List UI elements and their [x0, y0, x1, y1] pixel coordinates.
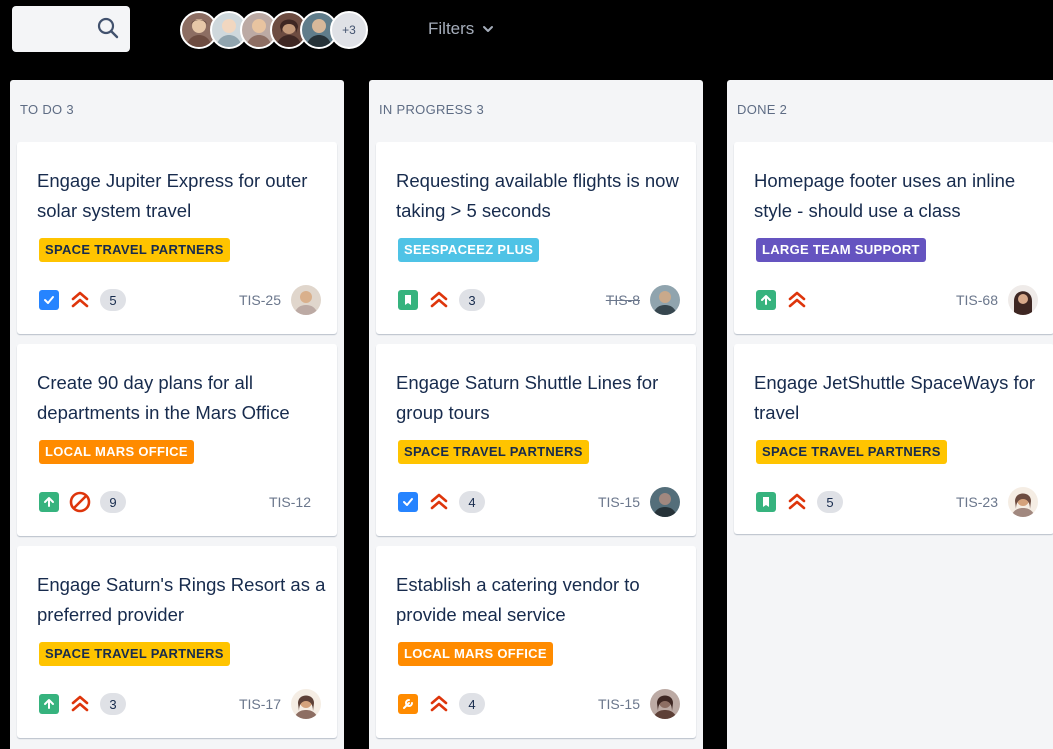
assignee-avatar[interactable]	[650, 487, 680, 517]
assignee-avatar[interactable]	[291, 285, 321, 315]
issue-card[interactable]: Create 90 day plans for all departments …	[17, 344, 337, 536]
issue-card[interactable]: Engage Jupiter Express for outer solar s…	[17, 142, 337, 334]
story-type-icon	[398, 290, 418, 310]
story-points-badge: 5	[100, 289, 126, 311]
story-points-badge: 4	[459, 491, 485, 513]
issue-key[interactable]: TIS-17	[239, 696, 281, 712]
story-points-badge: 3	[459, 289, 485, 311]
assignee-avatar[interactable]	[291, 689, 321, 719]
more-assignees-avatar[interactable]: +3	[330, 11, 368, 49]
card-title: Engage Saturn Shuttle Lines for group to…	[396, 372, 659, 423]
issue-key[interactable]: TIS-25	[239, 292, 281, 308]
assignee-avatar[interactable]	[650, 689, 680, 719]
story-points-badge: 3	[100, 693, 126, 715]
issue-card[interactable]: Requesting available flights is now taki…	[376, 142, 696, 334]
assignee-avatar[interactable]	[650, 285, 680, 315]
filters-dropdown[interactable]: Filters	[428, 19, 494, 39]
task-type-icon	[398, 492, 418, 512]
priority-high-icon	[788, 493, 806, 510]
epic-label: LOCAL MARS OFFICE	[39, 440, 194, 464]
priority-high-icon	[430, 493, 448, 510]
column-done: DONE 2 Homepage footer uses an inline st…	[727, 80, 1053, 749]
epic-label: LARGE TEAM SUPPORT	[756, 238, 926, 262]
story-type-icon	[756, 492, 776, 512]
filters-label: Filters	[428, 19, 475, 38]
epic-label: SPACE TRAVEL PARTNERS	[398, 440, 589, 464]
card-title: Engage Jupiter Express for outer solar s…	[37, 170, 308, 221]
epic-label: SPACE TRAVEL PARTNERS	[39, 238, 230, 262]
issue-card[interactable]: Engage JetShuttle SpaceWays for travel S…	[734, 344, 1053, 534]
improvement-type-icon	[398, 694, 418, 714]
card-title: Homepage footer uses an inline style - s…	[754, 170, 1016, 221]
story-type-icon	[756, 290, 776, 310]
card-title: Engage Saturn's Rings Resort as a prefer…	[37, 574, 326, 625]
story-type-icon	[39, 492, 59, 512]
epic-label: SEESPACEEZ PLUS	[398, 238, 540, 262]
column-header: TO DO 3	[20, 102, 74, 117]
issue-key[interactable]: TIS-15	[598, 494, 640, 510]
column-header: DONE 2	[737, 102, 788, 117]
card-title: Create 90 day plans for all departments …	[37, 372, 290, 423]
column-header: IN PROGRESS 3	[379, 102, 485, 117]
priority-highest-icon	[71, 695, 89, 712]
column-to-do: TO DO 3 Engage Jupiter Express for outer…	[10, 80, 344, 749]
task-type-icon	[39, 290, 59, 310]
story-type-icon	[39, 694, 59, 714]
epic-label: SPACE TRAVEL PARTNERS	[756, 440, 947, 464]
priority-highest-icon	[71, 291, 89, 308]
story-points-badge: 9	[100, 491, 126, 513]
card-title: Establish a catering vendor to provide m…	[396, 574, 640, 625]
issue-key[interactable]: TIS-23	[956, 494, 998, 510]
issue-key[interactable]: TIS-12	[269, 494, 311, 510]
issue-card[interactable]: Engage Saturn Shuttle Lines for group to…	[376, 344, 696, 536]
chevron-down-icon	[483, 26, 494, 32]
story-points-badge: 5	[817, 491, 843, 513]
priority-high-icon	[430, 695, 448, 712]
issue-card[interactable]: Homepage footer uses an inline style - s…	[734, 142, 1053, 334]
search-icon	[97, 17, 119, 39]
priority-high-icon	[788, 291, 806, 308]
issue-key[interactable]: TIS-15	[598, 696, 640, 712]
issue-card[interactable]: Establish a catering vendor to provide m…	[376, 546, 696, 738]
story-points-badge: 4	[459, 693, 485, 715]
issue-key[interactable]: TIS-8	[606, 292, 640, 308]
epic-label: SPACE TRAVEL PARTNERS	[39, 642, 230, 666]
search-input[interactable]	[12, 6, 130, 52]
assignee-avatar[interactable]	[1008, 487, 1038, 517]
column-in-progress: IN PROGRESS 3 Requesting available fligh…	[369, 80, 703, 749]
priority-blocker-icon	[69, 491, 91, 513]
card-title: Engage JetShuttle SpaceWays for travel	[754, 372, 1036, 423]
assignee-avatar[interactable]	[1008, 285, 1038, 315]
epic-label: LOCAL MARS OFFICE	[398, 642, 553, 666]
priority-high-icon	[430, 291, 448, 308]
issue-key[interactable]: TIS-68	[956, 292, 998, 308]
card-title: Requesting available flights is now taki…	[396, 170, 679, 221]
issue-card[interactable]: Engage Saturn's Rings Resort as a prefer…	[17, 546, 337, 738]
